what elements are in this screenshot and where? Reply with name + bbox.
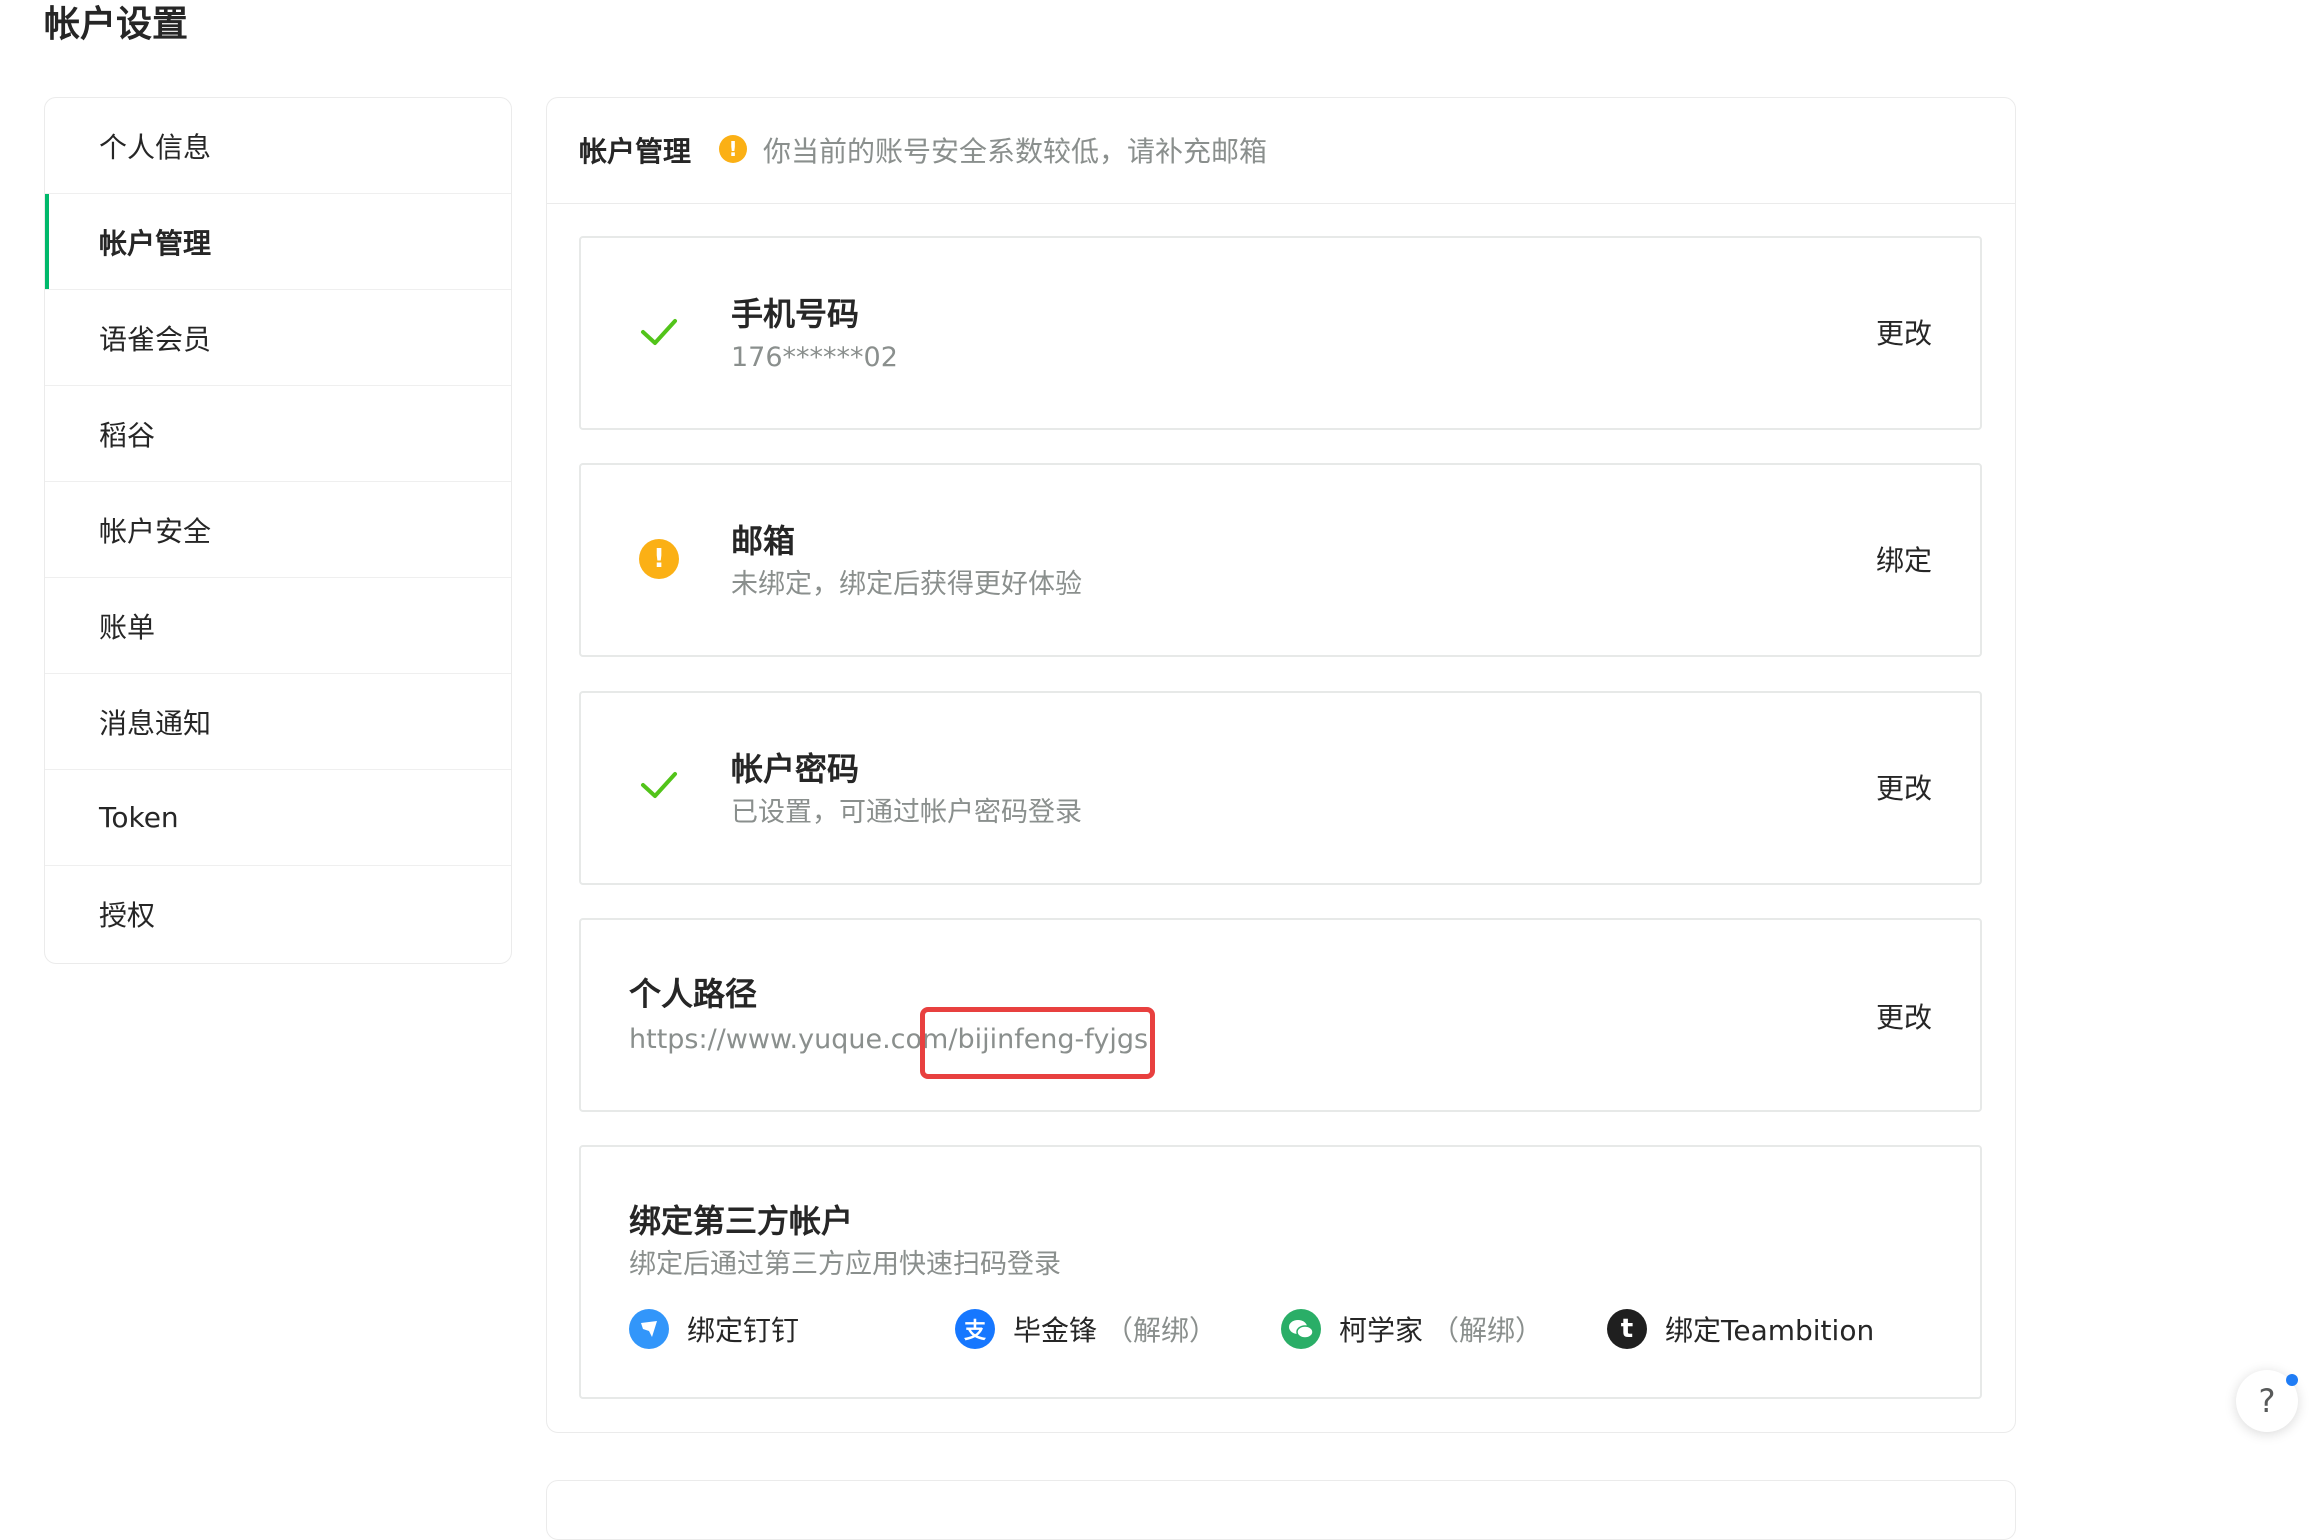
sidebar-item-label: 个人信息 [99,130,212,164]
sidebar-item-label: 稻谷 [99,418,156,452]
password-desc: 已设置，可通过帐户密码登录 [731,797,1082,828]
bind-email-button[interactable]: 绑定 [1876,543,1932,579]
next-panel [546,1480,2016,1540]
alipay-icon: 支 [955,1309,995,1349]
path-url-prefix: https://www.yuque.com/ [629,1024,958,1055]
third-party-desc: 绑定后通过第三方应用快速扫码登录 [629,1249,1061,1280]
sidebar-item-rice[interactable]: 稻谷 [45,386,511,482]
panel-header: 帐户管理 ! 你当前的账号安全系数较低，请补充邮箱 [547,98,2015,204]
sidebar-item-membership[interactable]: 语雀会员 [45,290,511,386]
sidebar-item-label: 授权 [99,899,156,932]
third-party-teambition[interactable]: t 绑定Teambition [1607,1307,1874,1351]
phone-title: 手机号码 [731,295,860,333]
sidebar-item-label: 帐户安全 [99,514,212,548]
third-party-wechat: 柯学家 （解绑） [1281,1307,1543,1351]
security-warning-text: 你当前的账号安全系数较低，请补充邮箱 [763,135,1268,168]
unbind-alipay-button[interactable]: （解绑） [1105,1309,1217,1349]
active-indicator [45,194,49,289]
email-title: 邮箱 [731,522,796,560]
settings-sidebar: 个人信息 帐户管理 语雀会员 稻谷 帐户安全 账单 消息通知 Token 授权 [44,97,512,964]
teambition-icon: t [1607,1309,1647,1349]
phone-value: 176******02 [731,342,898,373]
password-card: 帐户密码 已设置，可通过帐户密码登录 更改 [579,691,1982,885]
sidebar-item-authorization[interactable]: 授权 [45,866,511,962]
change-password-button[interactable]: 更改 [1876,771,1932,807]
third-party-label: 柯学家 [1339,1314,1424,1347]
change-path-button[interactable]: 更改 [1876,1000,1932,1036]
dingtalk-icon [629,1309,669,1349]
email-card: ! 邮箱 未绑定，绑定后获得更好体验 绑定 [579,463,1982,657]
sidebar-item-label: Token [99,801,179,834]
sidebar-item-label: 语雀会员 [99,322,212,356]
wechat-icon [1281,1309,1321,1349]
panel-title: 帐户管理 [579,135,692,168]
third-party-card: 绑定第三方帐户 绑定后通过第三方应用快速扫码登录 绑定钉钉 支 毕金锋 （解绑）… [579,1145,1982,1399]
phone-card: 手机号码 176******02 更改 [579,236,1982,430]
third-party-label: 绑定钉钉 [687,1314,800,1347]
check-icon [641,319,677,345]
change-phone-button[interactable]: 更改 [1876,316,1932,352]
sidebar-item-label: 账单 [99,610,156,644]
sidebar-item-notifications[interactable]: 消息通知 [45,674,511,770]
check-icon [641,772,677,798]
sidebar-item-profile[interactable]: 个人信息 [45,98,511,194]
third-party-dingtalk[interactable]: 绑定钉钉 [629,1307,799,1351]
unbind-wechat-button[interactable]: （解绑） [1431,1309,1543,1349]
notification-dot [2286,1374,2298,1386]
sidebar-item-label: 消息通知 [99,706,212,740]
path-title: 个人路径 [629,975,758,1013]
sidebar-item-label: 帐户管理 [99,226,212,260]
personal-path-card: 个人路径 https://www.yuque.com/bijinfeng-fyj… [579,918,1982,1112]
sidebar-item-account-management[interactable]: 帐户管理 [45,194,511,290]
third-party-alipay: 支 毕金锋 （解绑） [955,1307,1217,1351]
sidebar-item-token[interactable]: Token [45,770,511,866]
sidebar-item-account-security[interactable]: 帐户安全 [45,482,511,578]
highlight-annotation [920,1007,1155,1079]
third-party-label: 绑定Teambition [1665,1314,1875,1347]
page-title: 帐户设置 [44,4,189,45]
email-desc: 未绑定，绑定后获得更好体验 [731,569,1082,600]
third-party-title: 绑定第三方帐户 [629,1202,854,1240]
sidebar-item-billing[interactable]: 账单 [45,578,511,674]
account-management-panel: 帐户管理 ! 你当前的账号安全系数较低，请补充邮箱 手机号码 176******… [546,97,2016,1433]
password-title: 帐户密码 [731,750,860,788]
third-party-label: 毕金锋 [1013,1314,1098,1347]
warning-icon: ! [639,539,679,579]
warning-icon: ! [719,135,747,163]
